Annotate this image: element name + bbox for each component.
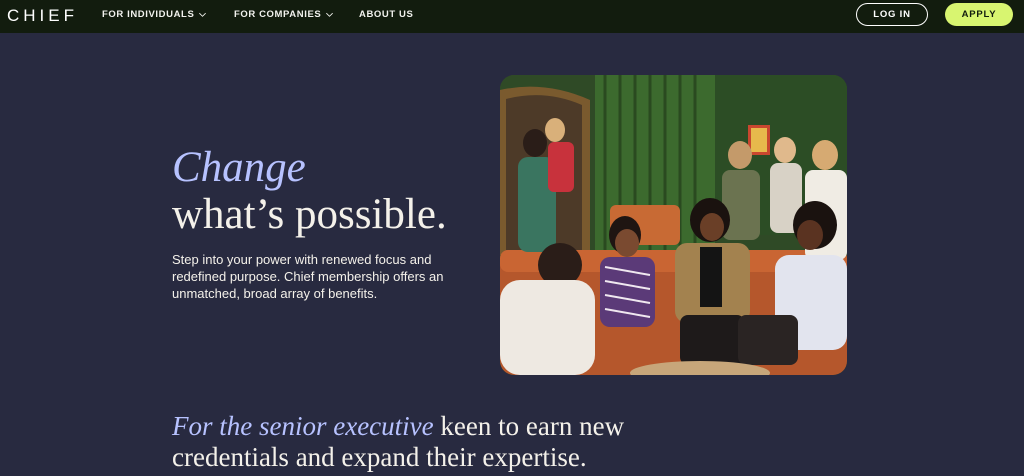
nav-for-individuals-label: FOR INDIVIDUALS <box>102 9 195 20</box>
nav-for-companies[interactable]: FOR COMPANIES <box>234 9 334 20</box>
login-button[interactable]: LOG IN <box>856 3 928 26</box>
nav-for-companies-label: FOR COMPANIES <box>234 9 322 20</box>
chevron-down-icon <box>199 12 207 17</box>
nav-about-us-label: ABOUT US <box>359 9 414 20</box>
hero-headline-italic: Change <box>172 144 306 191</box>
hero-headline: what’s possible. <box>172 191 447 238</box>
apply-button[interactable]: APPLY <box>945 3 1013 26</box>
hero-photo-women-networking <box>500 75 847 375</box>
nav-for-individuals[interactable]: FOR INDIVIDUALS <box>102 9 207 20</box>
hero-photo-illustration <box>500 75 847 375</box>
chief-logo[interactable]: CHIEF <box>7 6 78 26</box>
nav-about-us[interactable]: ABOUT US <box>359 9 413 20</box>
hero-description: Step into your power with renewed focus … <box>172 252 444 301</box>
top-navigation-bar: CHIEF FOR INDIVIDUALS FOR COMPANIES ABOU… <box>0 0 1024 33</box>
chevron-down-icon <box>326 12 334 17</box>
heading-accent: For the senior executive <box>172 411 434 441</box>
executive-section-heading: For the senior executive keen to earn ne… <box>172 411 692 473</box>
